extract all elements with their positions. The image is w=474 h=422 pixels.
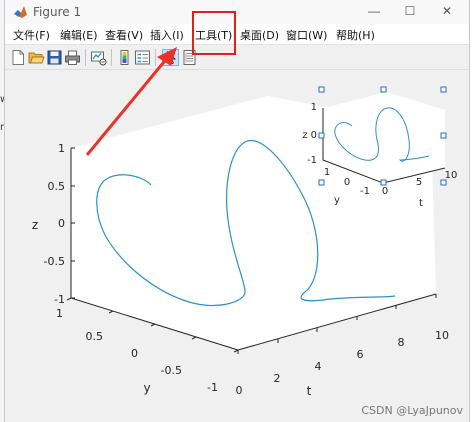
- screenshot: w ro Figure 1 — ☐ ✕ 文件(F) 编辑(E) 查看(V) 插入…: [0, 0, 474, 422]
- annotation-arrow: [85, 56, 170, 156]
- annotation-overlay: [85, 11, 236, 156]
- figure-window: Figure 1 — ☐ ✕ 文件(F) 编辑(E) 查看(V) 插入(I) 工…: [4, 0, 470, 422]
- highlight-box: [192, 11, 236, 55]
- arrow-head-icon: [157, 47, 177, 66]
